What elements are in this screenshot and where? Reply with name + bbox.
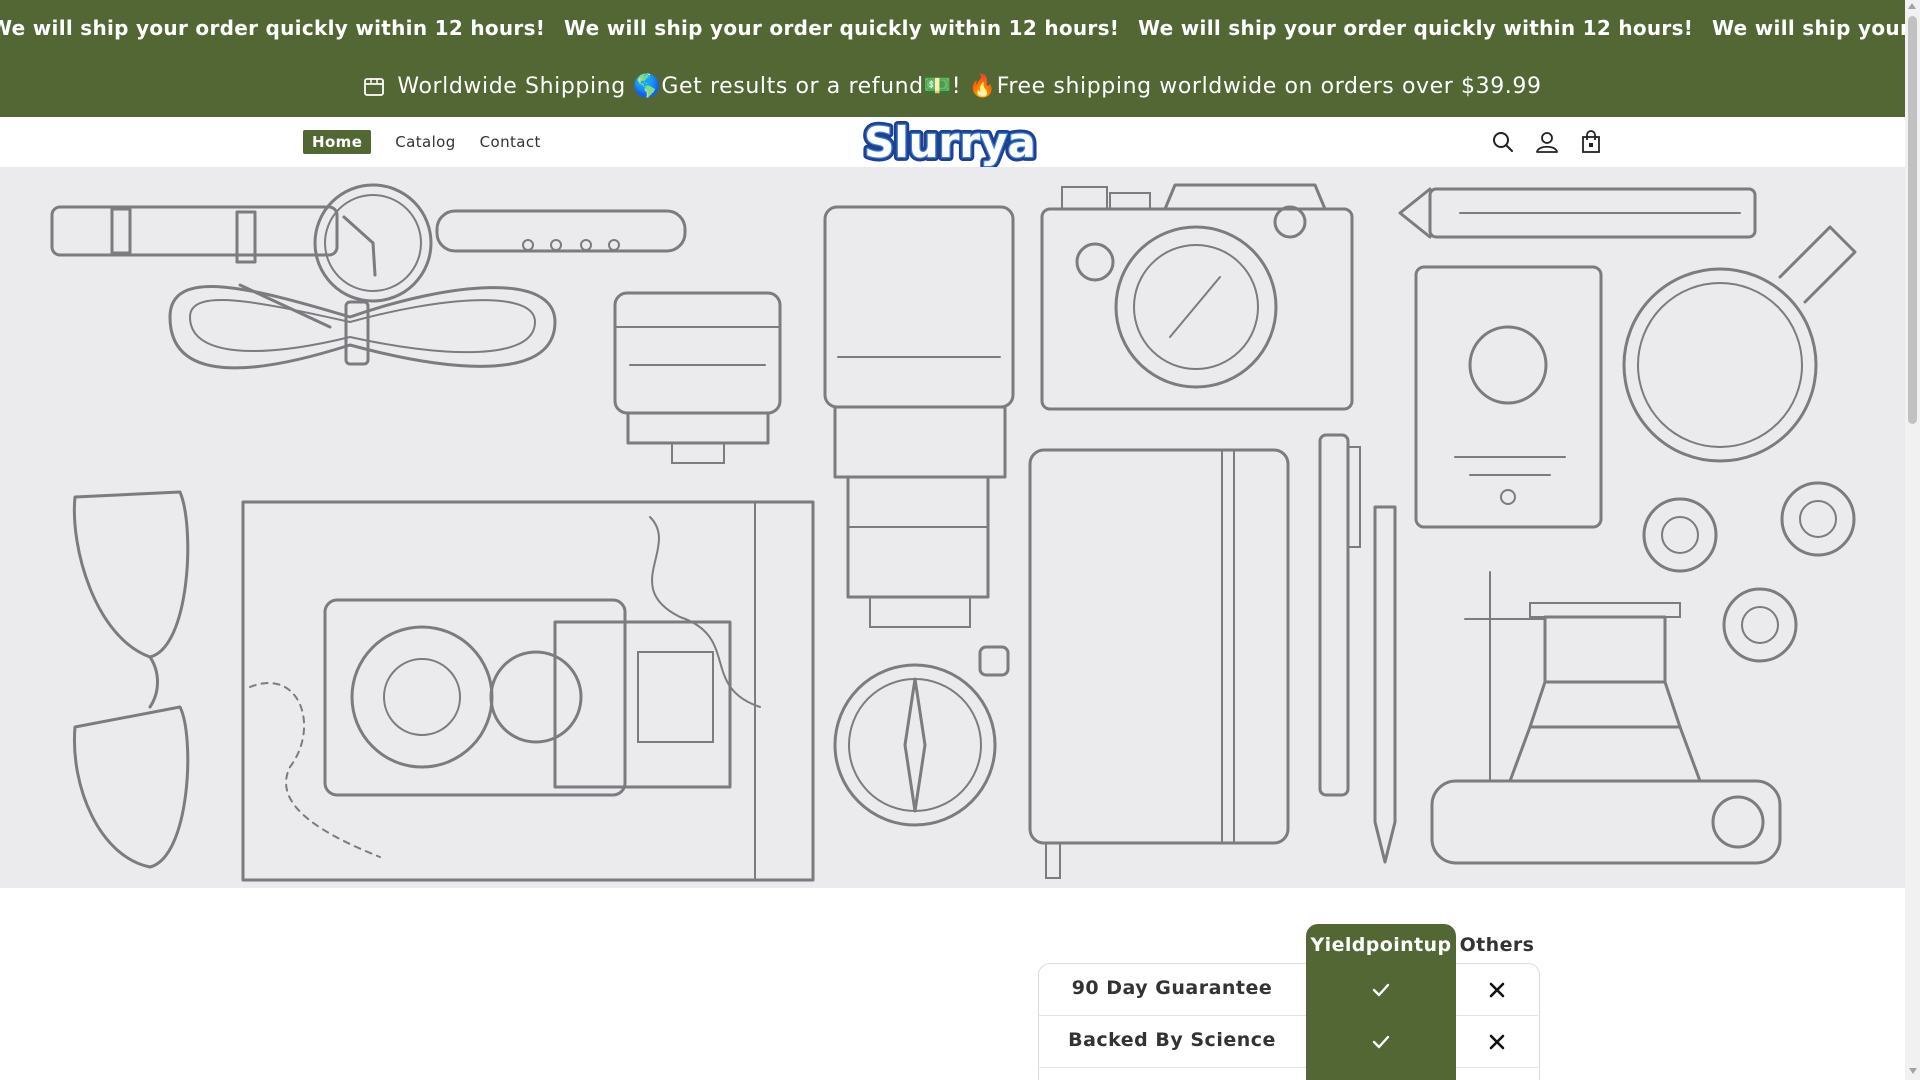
glasses-illustration — [72, 490, 190, 869]
row-divider — [1038, 1067, 1306, 1068]
hero-illustration — [50, 183, 1857, 882]
check-icon — [1372, 983, 1390, 997]
check-icon — [1372, 1035, 1390, 1049]
ticker-message: We will ship your order quickly within 1… — [0, 16, 546, 40]
vertical-scrollbar[interactable] — [1905, 0, 1920, 1080]
magnifier-illustration — [1622, 225, 1857, 463]
row-label-science: Backed By Science — [1068, 1029, 1276, 1051]
cross-icon — [1489, 1034, 1505, 1050]
cross-icon — [1489, 982, 1505, 998]
telephoto-lens-illustration — [823, 205, 1015, 628]
scrollbar-thumb[interactable] — [1908, 16, 1917, 424]
brand-column-header: Yieldpointup — [1310, 934, 1452, 956]
pencil-illustration — [1398, 187, 1757, 239]
camera-illustration — [1040, 183, 1354, 411]
announcement-text: Worldwide Shipping 🌎Get results or a ref… — [397, 74, 1542, 99]
svg-text:Slurrya: Slurrya — [864, 119, 1036, 167]
search-icon[interactable] — [1490, 129, 1516, 155]
watch-illustration — [50, 183, 687, 303]
header-icons — [1490, 129, 1622, 155]
cart-icon[interactable] — [1578, 129, 1604, 155]
account-icon[interactable] — [1534, 129, 1560, 155]
others-column-header: Others — [1459, 934, 1535, 956]
ticker-message: We will ship your order quickly within 1… — [1712, 16, 1905, 40]
lens-illustration — [613, 291, 782, 464]
scroll-down-arrow-icon[interactable] — [1909, 1068, 1917, 1074]
logo[interactable]: Slurrya Slurrya Slurrya — [858, 119, 1042, 167]
store-icon — [364, 77, 385, 96]
pen-illustration — [1318, 433, 1397, 864]
comparison-table: Yieldpointup Others 90 Day Guarantee Bac… — [1038, 924, 1540, 1080]
instant-camera-illustration — [1430, 571, 1782, 865]
passport-illustration — [1414, 265, 1603, 529]
notebook-illustration — [1028, 448, 1290, 879]
ticker-track: We will ship your order quickly within 1… — [0, 16, 1905, 40]
nav-contact[interactable]: Contact — [480, 131, 541, 153]
ticker-message: We will ship your order quickly within 1… — [564, 16, 1120, 40]
compass-illustration — [833, 645, 1010, 827]
announcement-bar: Worldwide Shipping 🌎Get results or a ref… — [0, 56, 1905, 117]
page: We will ship your order quickly within 1… — [0, 0, 1905, 1080]
map-illustration — [241, 500, 815, 882]
row-divider — [1038, 1015, 1306, 1016]
row-label-guarantee: 90 Day Guarantee — [1071, 977, 1273, 999]
shipping-ticker: We will ship your order quickly within 1… — [0, 0, 1905, 56]
hero-banner — [0, 167, 1905, 888]
ticker-message: We will ship your order quickly within 1… — [1138, 16, 1694, 40]
bow-tie-illustration — [168, 283, 557, 370]
nav-home[interactable]: Home — [303, 130, 372, 154]
site-header: Home Catalog Contact Slurrya Slurrya Slu… — [0, 117, 1905, 168]
tape-rolls-illustration — [1642, 481, 1856, 663]
row-divider — [1456, 1067, 1538, 1068]
main-nav: Home Catalog Contact — [303, 130, 565, 154]
nav-catalog[interactable]: Catalog — [395, 131, 455, 153]
row-divider — [1456, 1015, 1538, 1016]
scroll-up-arrow-icon[interactable] — [1908, 3, 1916, 9]
